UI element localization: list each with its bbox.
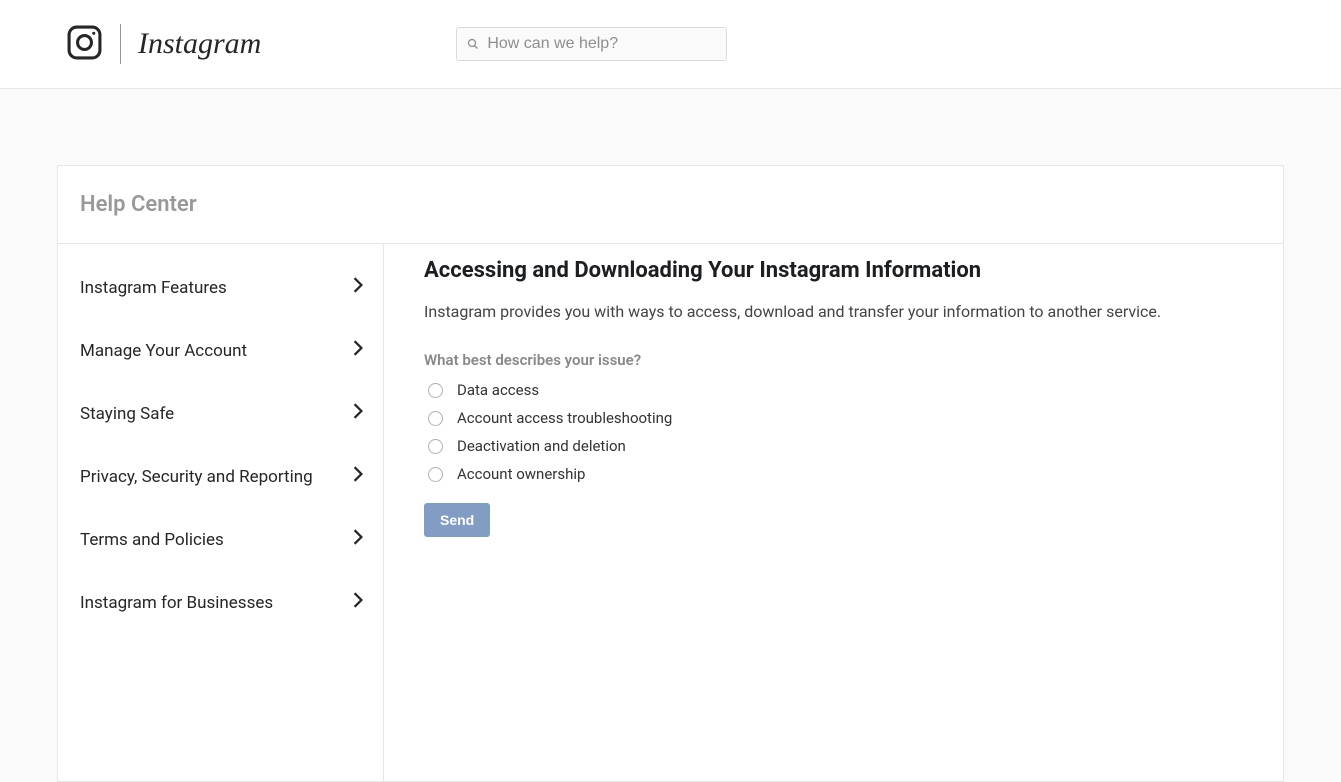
sidebar-item-label: Staying Safe bbox=[80, 404, 174, 424]
sidebar-item-terms-policies[interactable]: Terms and Policies bbox=[58, 508, 383, 571]
radio-label: Data access bbox=[457, 381, 539, 399]
main-content: Accessing and Downloading Your Instagram… bbox=[384, 244, 1283, 781]
content-row: Instagram Features Manage Your Account S… bbox=[58, 244, 1283, 781]
sidebar-item-label: Instagram Features bbox=[80, 278, 227, 298]
logo-divider bbox=[120, 24, 121, 64]
sidebar-item-label: Instagram for Businesses bbox=[80, 593, 273, 613]
site-header: Instagram bbox=[0, 0, 1341, 89]
sidebar-item-label: Terms and Policies bbox=[80, 530, 224, 550]
sidebar-item-staying-safe[interactable]: Staying Safe bbox=[58, 382, 383, 445]
chevron-right-icon bbox=[353, 529, 363, 550]
sidebar-item-label: Privacy, Security and Reporting bbox=[80, 467, 313, 487]
radio-icon bbox=[428, 439, 443, 454]
chevron-right-icon bbox=[353, 466, 363, 487]
radio-option-deactivation[interactable]: Deactivation and deletion bbox=[428, 437, 1243, 455]
chevron-right-icon bbox=[353, 340, 363, 361]
search-box[interactable] bbox=[456, 27, 727, 61]
logo-group[interactable]: Instagram bbox=[66, 24, 261, 65]
search-input[interactable] bbox=[487, 35, 716, 53]
radio-icon bbox=[428, 411, 443, 426]
instagram-wordmark: Instagram bbox=[138, 27, 261, 61]
sidebar: Instagram Features Manage Your Account S… bbox=[58, 244, 384, 781]
main-container: Help Center Instagram Features Manage Yo… bbox=[57, 165, 1284, 782]
sidebar-item-manage-account[interactable]: Manage Your Account bbox=[58, 319, 383, 382]
sidebar-item-label: Manage Your Account bbox=[80, 341, 247, 361]
radio-option-account-access[interactable]: Account access troubleshooting bbox=[428, 409, 1243, 427]
radio-label: Account ownership bbox=[457, 465, 585, 483]
instagram-icon bbox=[66, 24, 103, 65]
chevron-right-icon bbox=[353, 403, 363, 424]
radio-option-data-access[interactable]: Data access bbox=[428, 381, 1243, 399]
radio-label: Deactivation and deletion bbox=[457, 437, 626, 455]
page-intro: Instagram provides you with ways to acce… bbox=[424, 301, 1243, 323]
chevron-right-icon bbox=[353, 277, 363, 298]
page-title: Accessing and Downloading Your Instagram… bbox=[424, 258, 1243, 283]
radio-option-ownership[interactable]: Account ownership bbox=[428, 465, 1243, 483]
radio-group: Data access Account access troubleshooti… bbox=[428, 381, 1243, 483]
radio-label: Account access troubleshooting bbox=[457, 409, 672, 427]
question-label: What best describes your issue? bbox=[424, 351, 1243, 369]
search-icon bbox=[467, 35, 487, 54]
sidebar-item-privacy-security[interactable]: Privacy, Security and Reporting bbox=[58, 445, 383, 508]
sidebar-item-business[interactable]: Instagram for Businesses bbox=[58, 571, 383, 634]
radio-icon bbox=[428, 383, 443, 398]
send-button[interactable]: Send bbox=[424, 503, 490, 537]
sidebar-item-instagram-features[interactable]: Instagram Features bbox=[58, 256, 383, 319]
radio-icon bbox=[428, 467, 443, 482]
chevron-right-icon bbox=[353, 592, 363, 613]
help-center-title[interactable]: Help Center bbox=[80, 192, 1261, 217]
help-center-header: Help Center bbox=[58, 166, 1283, 244]
